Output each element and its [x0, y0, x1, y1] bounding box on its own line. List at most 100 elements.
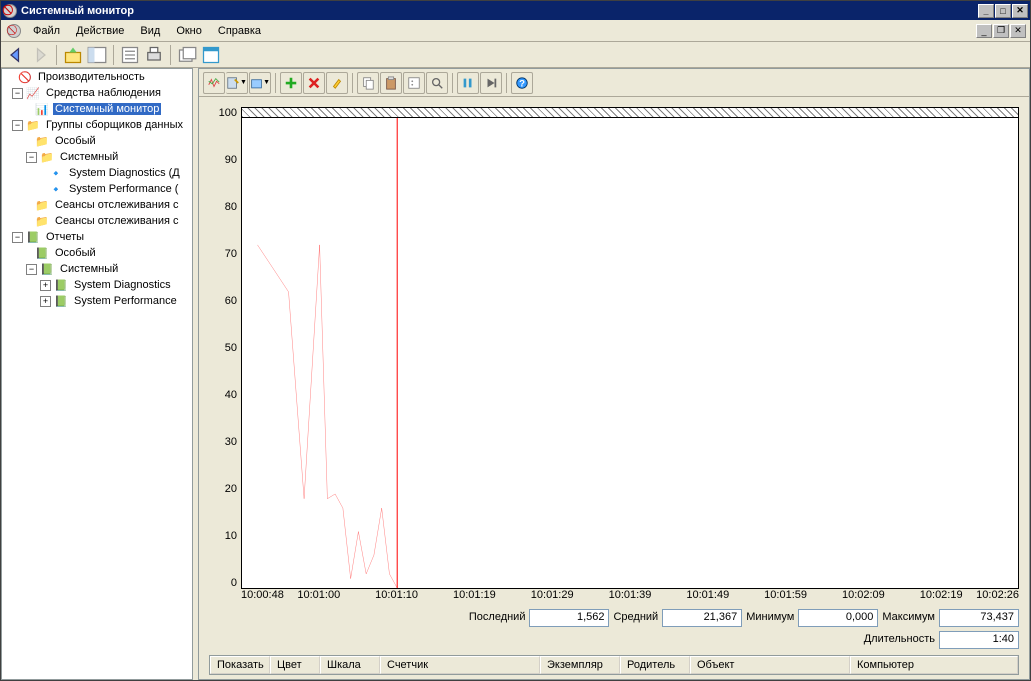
tools-icon: 📈 — [25, 86, 41, 100]
tree-reports[interactable]: − 📗 Отчеты — [2, 229, 192, 245]
view-log-button[interactable]: ▼ — [226, 72, 248, 94]
max-value: 73,437 — [939, 609, 1019, 627]
stats-row-2: Длительность 1:40 — [209, 629, 1019, 651]
back-button[interactable] — [5, 44, 27, 66]
chart-header-hatch — [241, 107, 1019, 117]
reports-icon: 📗 — [34, 246, 50, 260]
app-icon — [3, 4, 17, 18]
forward-button[interactable] — [29, 44, 51, 66]
properties-button[interactable] — [403, 72, 425, 94]
mdi-minimize-button[interactable]: _ — [976, 24, 992, 38]
mdi-close-button[interactable]: ✕ — [1010, 24, 1026, 38]
expand-icon[interactable]: + — [40, 280, 51, 291]
reports-icon: 📗 — [39, 262, 55, 276]
menu-file[interactable]: Файл — [25, 23, 68, 39]
remove-counter-button[interactable] — [303, 72, 325, 94]
right-panel: ▼ ▼ ? 10090807060504030201 — [198, 68, 1030, 680]
stats-row-1: Последний 1,562 Средний 21,367 Минимум 0… — [209, 607, 1019, 629]
folder-icon: 📁 — [34, 198, 50, 212]
refresh-button[interactable] — [200, 44, 222, 66]
minimize-button[interactable]: _ — [978, 4, 994, 18]
tree-trace-2[interactable]: 📁 Сеансы отслеживания с — [2, 213, 192, 229]
menu-help[interactable]: Справка — [210, 23, 269, 39]
tree-system-1[interactable]: − 📁 Системный — [2, 149, 192, 165]
show-hide-tree-button[interactable] — [86, 44, 108, 66]
tree-root[interactable]: 🚫 Производительность — [2, 69, 192, 85]
reports-icon: 📗 — [25, 230, 41, 244]
main-toolbar — [1, 42, 1030, 68]
tree-monitoring-tools[interactable]: − 📈 Средства наблюдения — [2, 85, 192, 101]
last-label: Последний — [469, 609, 526, 627]
expand-icon[interactable]: + — [40, 296, 51, 307]
tree-custom-2[interactable]: 📗 Особый — [2, 245, 192, 261]
tree-collector-groups[interactable]: − 📁 Группы сборщиков данных — [2, 117, 192, 133]
view-type-button[interactable]: ▼ — [249, 72, 271, 94]
x-axis: 10:00:4810:01:0010:01:1010:01:1910:01:29… — [209, 589, 1019, 607]
last-value: 1,562 — [529, 609, 609, 627]
col-object[interactable]: Объект — [690, 656, 850, 674]
menu-window[interactable]: Окно — [168, 23, 210, 39]
view-current-button[interactable] — [203, 72, 225, 94]
folder-icon: 📁 — [39, 150, 55, 164]
chart-toolbar: ▼ ▼ ? — [199, 69, 1029, 97]
collapse-icon[interactable]: − — [12, 120, 23, 131]
report-icon: 📗 — [53, 294, 69, 308]
tree-sys-perf-2[interactable]: + 📗 System Performance — [2, 293, 192, 309]
chart-area: 1009080706050403020100 10:00:4810:01:001… — [199, 97, 1029, 679]
titlebar: Системный монитор _ □ ✕ — [1, 1, 1030, 20]
tree-system-monitor[interactable]: 📊 Системный монитор — [2, 101, 192, 117]
tree-trace-1[interactable]: 📁 Сеансы отслеживания с — [2, 197, 192, 213]
tree-system-2[interactable]: − 📗 Системный — [2, 261, 192, 277]
min-value: 0,000 — [798, 609, 878, 627]
up-button[interactable] — [62, 44, 84, 66]
tree-sys-diag-2[interactable]: + 📗 System Diagnostics — [2, 277, 192, 293]
col-scale[interactable]: Шкала — [320, 656, 380, 674]
max-label: Максимум — [882, 609, 935, 627]
collapse-icon[interactable]: − — [12, 232, 23, 243]
highlight-button[interactable] — [326, 72, 348, 94]
close-button[interactable]: ✕ — [1012, 4, 1028, 18]
min-label: Минимум — [746, 609, 794, 627]
counter-table[interactable]: Показать Цвет Шкала Счетчик Экземпляр Ро… — [209, 655, 1019, 675]
add-counter-button[interactable] — [280, 72, 302, 94]
tree-custom-1[interactable]: 📁 Особый — [2, 133, 192, 149]
collector-icon: 🔹 — [48, 166, 64, 180]
tree-sys-diag-1[interactable]: 🔹 System Diagnostics (Д — [2, 165, 192, 181]
avg-value: 21,367 — [662, 609, 742, 627]
paste-button[interactable] — [380, 72, 402, 94]
folder-icon: 📁 — [34, 214, 50, 228]
svg-text:?: ? — [519, 78, 525, 89]
new-window-button[interactable] — [176, 44, 198, 66]
menu-view[interactable]: Вид — [132, 23, 168, 39]
tree-panel[interactable]: 🚫 Производительность − 📈 Средства наблюд… — [1, 68, 193, 680]
collapse-icon[interactable]: − — [26, 152, 37, 163]
properties-button[interactable] — [119, 44, 141, 66]
avg-label: Средний — [613, 609, 658, 627]
col-parent[interactable]: Родитель — [620, 656, 690, 674]
col-show[interactable]: Показать — [210, 656, 270, 674]
maximize-button[interactable]: □ — [995, 4, 1011, 18]
menu-action[interactable]: Действие — [68, 23, 132, 39]
window-title: Системный монитор — [21, 5, 978, 17]
monitor-icon: 📊 — [34, 102, 50, 116]
help-button[interactable]: ? — [511, 72, 533, 94]
col-color[interactable]: Цвет — [270, 656, 320, 674]
tree-sys-perf-1[interactable]: 🔹 System Performance ( — [2, 181, 192, 197]
update-button[interactable] — [480, 72, 502, 94]
collapse-icon[interactable]: − — [26, 264, 37, 275]
collapse-icon[interactable]: − — [12, 88, 23, 99]
mdi-restore-button[interactable]: ❐ — [993, 24, 1009, 38]
perf-icon: 🚫 — [17, 70, 33, 84]
col-counter[interactable]: Счетчик — [380, 656, 540, 674]
collector-icon: 🔹 — [48, 182, 64, 196]
freeze-button[interactable] — [457, 72, 479, 94]
print-button[interactable] — [143, 44, 165, 66]
col-instance[interactable]: Экземпляр — [540, 656, 620, 674]
main-area: 🚫 Производительность − 📈 Средства наблюд… — [1, 68, 1030, 680]
chart-plot[interactable] — [241, 117, 1019, 589]
copy-button[interactable] — [357, 72, 379, 94]
menubar: Файл Действие Вид Окно Справка _ ❐ ✕ — [1, 20, 1030, 42]
col-computer[interactable]: Компьютер — [850, 656, 1018, 674]
folder-icon: 📁 — [34, 134, 50, 148]
zoom-button[interactable] — [426, 72, 448, 94]
